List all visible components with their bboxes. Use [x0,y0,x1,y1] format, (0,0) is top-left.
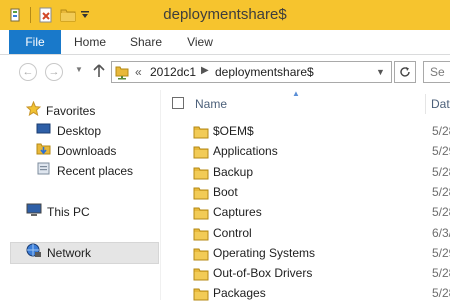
folder-icon [193,247,209,264]
file-name: Backup [213,165,254,179]
tab-share[interactable]: Share [124,30,168,54]
nav-downloads[interactable]: Downloads [36,141,116,161]
breadcrumb-separator-icon[interactable]: ▶ [201,65,209,76]
tab-file[interactable]: File [9,30,61,54]
folder-icon [193,145,209,162]
file-name: Control [213,226,252,240]
pane-divider[interactable] [160,90,161,300]
folder-icon [193,166,209,183]
title-bar: deploymentshare$ [0,0,450,30]
downloads-icon [36,141,52,162]
nav-recent-places-label: Recent places [57,164,134,178]
file-row[interactable]: Operating Systems 5/29 [193,244,450,264]
breadcrumb-overflow[interactable]: « [135,65,142,79]
file-date: 5/28 [432,124,450,138]
ribbon-tabs: File Home Share View [0,30,450,55]
ribbon-expand-chevron-icon[interactable]: ▲ [292,90,300,98]
file-date: 5/28 [432,185,450,199]
nav-this-pc-label: This PC [47,205,90,219]
recent-places-icon [36,161,52,182]
nav-network[interactable]: Network [26,243,91,263]
file-date: 5/29 [432,246,450,260]
file-name: Applications [213,144,278,158]
file-row[interactable]: Captures 5/28 [193,203,450,223]
nav-desktop[interactable]: Desktop [36,121,101,141]
file-row[interactable]: Out-of-Box Drivers 5/28 [193,264,450,284]
file-row[interactable]: Backup 5/28 [193,163,450,183]
file-name: Packages [213,286,266,300]
forward-button[interactable]: → [45,63,63,81]
breadcrumb-server[interactable]: 2012dc1 [150,65,196,79]
up-button[interactable] [92,63,106,81]
column-header-date[interactable]: Date [431,94,450,114]
nav-downloads-label: Downloads [57,144,117,158]
address-bar[interactable]: « 2012dc1 ▶ deploymentshare$ ▼ [111,61,392,83]
folder-icon [193,186,209,203]
refresh-button[interactable] [394,61,416,83]
address-history-chevron-icon[interactable]: ▼ [376,67,385,77]
folder-icon [193,287,209,304]
nav-network-label: Network [47,246,92,260]
file-name: Operating Systems [213,246,316,260]
column-header-name[interactable]: Name [195,94,227,114]
file-name: Out-of-Box Drivers [213,266,313,280]
folder-icon [193,125,209,142]
window-title: deploymentshare$ [163,6,287,23]
file-date: 5/28 [432,286,450,300]
file-date: 6/3/ [432,226,450,240]
back-button[interactable]: ← [19,63,37,81]
file-row[interactable]: Control 6/3/ [193,224,450,244]
file-name: $OEM$ [213,124,254,138]
folder-icon [193,227,209,244]
folder-icon [193,206,209,223]
nav-favorites[interactable]: Favorites [25,100,96,122]
tab-view[interactable]: View [178,30,222,54]
file-row[interactable]: $OEM$ 5/28 [193,122,450,142]
star-icon [25,100,42,122]
search-input[interactable]: Se [423,61,450,83]
file-name: Boot [213,185,238,199]
breadcrumb-share[interactable]: deploymentshare$ [215,65,314,79]
nav-desktop-label: Desktop [57,124,102,138]
network-icon [26,243,42,264]
file-date: 5/29 [432,144,450,158]
tab-home[interactable]: Home [68,30,112,54]
network-share-icon [115,64,129,83]
computer-icon [26,202,42,223]
column-separator[interactable] [425,94,426,114]
file-row[interactable]: Packages 5/28 [193,284,450,304]
file-row[interactable]: Boot 5/28 [193,183,450,203]
file-name: Captures [213,205,262,219]
folder-icon [193,267,209,284]
nav-recent-places[interactable]: Recent places [36,161,133,181]
nav-this-pc[interactable]: This PC [26,202,90,222]
file-date: 5/28 [432,205,450,219]
file-date: 5/28 [432,165,450,179]
recent-locations-chevron-icon[interactable]: ▼ [75,65,83,74]
nav-favorites-label: Favorites [46,104,96,118]
select-all-checkbox[interactable] [172,97,184,109]
file-date: 5/28 [432,266,450,280]
desktop-icon [36,121,52,141]
file-row[interactable]: Applications 5/29 [193,142,450,162]
